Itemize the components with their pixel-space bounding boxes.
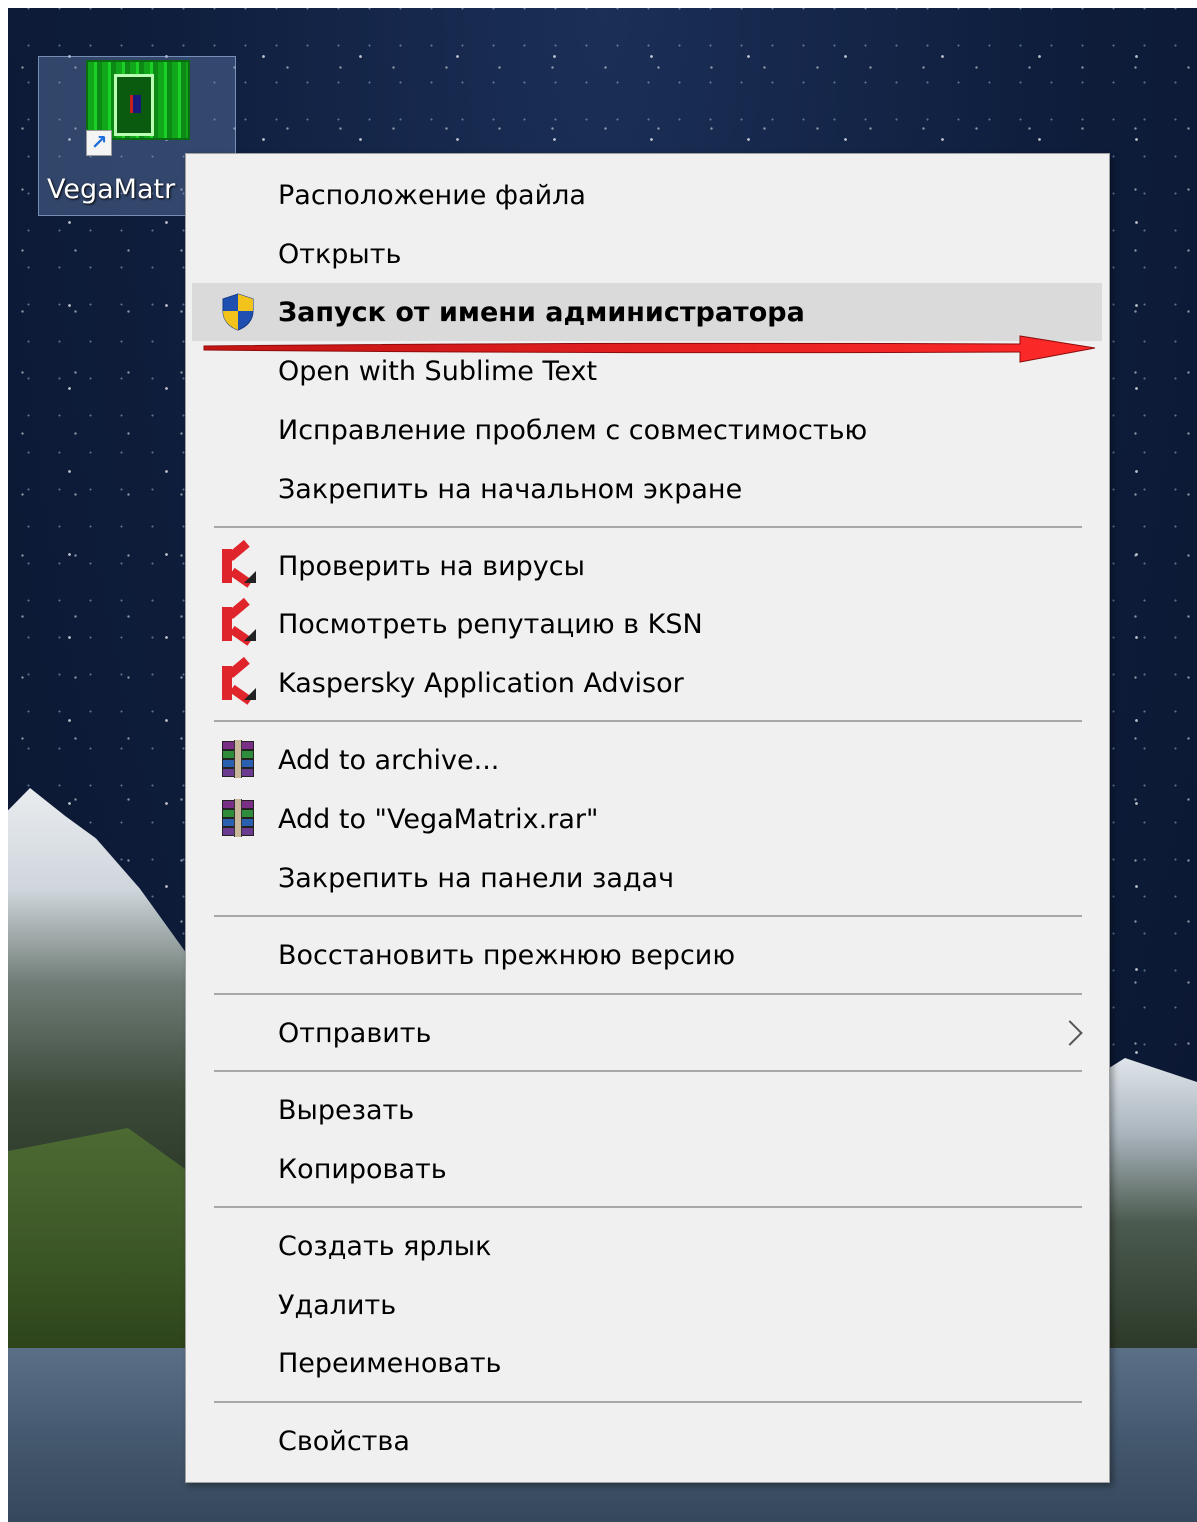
vegamatrix-app-icon xyxy=(86,60,190,140)
menu-item-pin-to-taskbar[interactable]: Закрепить на панели задач xyxy=(186,849,1109,907)
menu-item-label: Add to archive... xyxy=(278,744,500,776)
menu-item-restore-previous-version[interactable]: Восстановить прежнюю версию xyxy=(186,926,1109,984)
menu-item-troubleshoot-compatibility[interactable]: Исправление проблем с совместимостью xyxy=(186,401,1109,459)
menu-item-label: Add to "VegaMatrix.rar" xyxy=(278,803,599,835)
kaspersky-icon xyxy=(218,597,258,646)
kaspersky-icon xyxy=(218,539,258,588)
annotation-red-arrow xyxy=(203,335,1096,363)
menu-item-label: Переименовать xyxy=(278,1347,502,1379)
menu-item-label: Закрепить на панели задач xyxy=(278,862,675,894)
menu-item-label: Расположение файла xyxy=(278,179,586,211)
menu-item-label: Посмотреть репутацию в KSN xyxy=(278,608,703,640)
menu-item-scan-viruses[interactable]: Проверить на вирусы xyxy=(186,537,1109,595)
menu-item-ksn-reputation[interactable]: Посмотреть репутацию в KSN xyxy=(186,595,1109,653)
menu-item-label: Удалить xyxy=(278,1289,397,1321)
menu-separator xyxy=(214,993,1082,995)
menu-separator xyxy=(214,1070,1082,1072)
menu-item-label: Свойства xyxy=(278,1425,410,1457)
menu-item-label: Открыть xyxy=(278,238,402,270)
menu-item-cut[interactable]: Вырезать xyxy=(186,1081,1109,1139)
menu-item-label: Запуск от имени администратора xyxy=(278,296,805,328)
menu-item-label: Копировать xyxy=(278,1153,447,1185)
chevron-right-icon xyxy=(1057,1020,1083,1046)
menu-item-label: Отправить xyxy=(278,1017,432,1049)
menu-item-label: Исправление проблем с совместимостью xyxy=(278,414,868,446)
menu-separator xyxy=(214,526,1082,528)
menu-separator xyxy=(214,1206,1082,1208)
menu-item-properties[interactable]: Свойства xyxy=(186,1412,1109,1470)
shortcut-arrow-icon: ↗ xyxy=(86,130,112,156)
menu-item-label: Закрепить на начальном экране xyxy=(278,473,743,505)
menu-item-add-to-archive[interactable]: Add to archive... xyxy=(186,731,1109,789)
menu-item-kaspersky-advisor[interactable]: Kaspersky Application Advisor xyxy=(186,654,1109,712)
winrar-icon xyxy=(218,740,258,780)
menu-item-pin-to-start[interactable]: Закрепить на начальном экране xyxy=(186,460,1109,518)
menu-item-label: Проверить на вирусы xyxy=(278,550,585,582)
menu-item-rename[interactable]: Переименовать xyxy=(186,1334,1109,1392)
menu-separator xyxy=(214,720,1082,722)
menu-separator xyxy=(214,915,1082,917)
menu-item-add-to-vegamatrix-rar[interactable]: Add to "VegaMatrix.rar" xyxy=(186,790,1109,848)
menu-item-open[interactable]: Открыть xyxy=(186,225,1109,283)
menu-item-copy[interactable]: Копировать xyxy=(186,1140,1109,1198)
uac-shield-icon xyxy=(218,292,258,332)
menu-item-label: Вырезать xyxy=(278,1094,415,1126)
menu-item-label: Восстановить прежнюю версию xyxy=(278,939,736,971)
winrar-icon xyxy=(218,799,258,839)
menu-item-delete[interactable]: Удалить xyxy=(186,1276,1109,1334)
menu-item-file-location[interactable]: Расположение файла xyxy=(186,166,1109,224)
menu-item-label: Kaspersky Application Advisor xyxy=(278,667,684,699)
menu-item-create-shortcut[interactable]: Создать ярлык xyxy=(186,1217,1109,1275)
menu-item-label: Создать ярлык xyxy=(278,1230,492,1262)
menu-separator xyxy=(214,1401,1082,1403)
kaspersky-icon xyxy=(218,656,258,705)
menu-item-send-to[interactable]: Отправить xyxy=(186,1004,1109,1062)
